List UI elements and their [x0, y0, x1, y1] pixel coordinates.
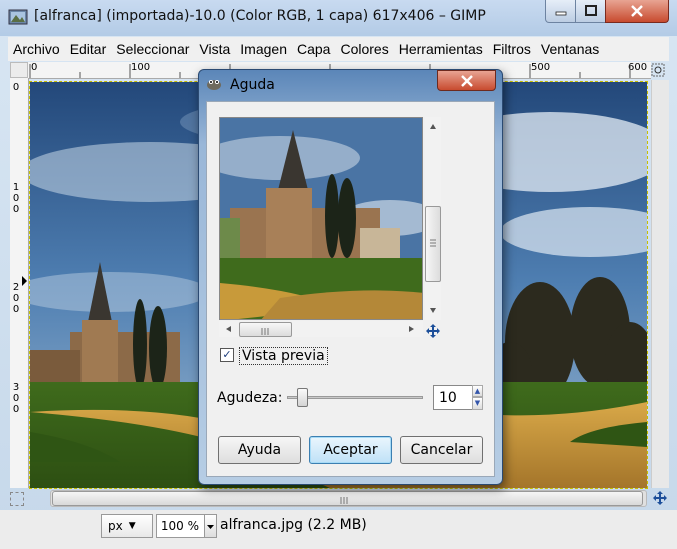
sharpness-spinbox[interactable]: 10	[433, 385, 473, 410]
preview-photo	[220, 118, 422, 319]
menu-archivo[interactable]: Archivo	[8, 41, 65, 57]
gimp-app-icon	[8, 9, 28, 25]
preview-checkbox-label[interactable]: Vista previa	[239, 347, 328, 365]
maximize-icon	[585, 5, 597, 16]
unit-value: px	[108, 519, 123, 533]
vertical-ruler[interactable]: 0 1 0 0 2 0 0 3 0 0	[10, 78, 29, 488]
close-icon	[460, 74, 473, 87]
menu-editar[interactable]: Editar	[65, 41, 112, 57]
cancel-button[interactable]: Cancelar	[400, 436, 483, 464]
file-info: alfranca.jpg (2.2 MB)	[220, 517, 367, 533]
dialog-title: Aguda	[230, 77, 275, 93]
grip-icon	[261, 328, 269, 335]
vruler-ticks	[22, 276, 27, 286]
unit-select[interactable]: px ▼	[101, 514, 153, 538]
grip-icon	[340, 497, 348, 504]
minimize-icon	[555, 11, 567, 16]
spin-down-icon[interactable]: ▼	[472, 397, 483, 410]
help-button[interactable]: Ayuda	[218, 436, 301, 464]
ok-button[interactable]: Aceptar	[309, 436, 392, 464]
navigate-icon[interactable]	[652, 490, 668, 506]
sharpness-label: Agudeza:	[217, 390, 283, 406]
preview-checkbox[interactable]: ✓	[220, 348, 234, 362]
dropdown-arrow-icon: ▼	[128, 521, 136, 531]
canvas-menu-button[interactable]	[10, 62, 28, 78]
grip-icon	[430, 239, 436, 247]
menu-filtros[interactable]: Filtros	[488, 41, 536, 57]
close-window-button[interactable]	[605, 0, 669, 23]
menu-ventanas[interactable]: Ventanas	[536, 41, 604, 57]
close-icon	[631, 5, 643, 17]
menu-imagen[interactable]: Imagen	[235, 41, 292, 57]
menu-seleccionar[interactable]: Seleccionar	[111, 41, 194, 57]
zoom-fit-icon[interactable]	[651, 63, 665, 77]
zoom-value: 100 %	[160, 519, 199, 533]
zoom-dropdown-button[interactable]	[204, 514, 217, 538]
gimp-wilber-icon	[207, 80, 221, 90]
quick-mask-icon[interactable]	[10, 492, 24, 506]
sharpness-value: 10	[439, 389, 457, 406]
preview-image[interactable]	[219, 117, 423, 320]
menu-vista[interactable]: Vista	[194, 41, 235, 57]
horizontal-scrollbar-thumb[interactable]	[52, 491, 643, 506]
spin-up-icon[interactable]: ▲	[472, 385, 483, 397]
menubar: Archivo Editar Seleccionar Vista Imagen …	[8, 37, 669, 61]
preview-horizontal-thumb[interactable]	[239, 322, 292, 337]
preview-navigate-icon[interactable]	[425, 323, 441, 339]
sharpness-slider-thumb[interactable]	[297, 388, 308, 407]
vertical-scrollbar[interactable]	[651, 80, 669, 488]
chevron-down-icon	[207, 525, 214, 529]
dialog-close-button[interactable]	[437, 70, 496, 91]
menu-herramientas[interactable]: Herramientas	[394, 41, 488, 57]
minimize-button[interactable]	[545, 0, 577, 23]
menu-capa[interactable]: Capa	[292, 41, 335, 57]
preview-vertical-thumb[interactable]	[425, 206, 441, 282]
menu-colores[interactable]: Colores	[335, 41, 393, 57]
maximize-button[interactable]	[575, 0, 607, 23]
window-title: [alfranca] (importada)-10.0 (Color RGB, …	[34, 8, 486, 24]
